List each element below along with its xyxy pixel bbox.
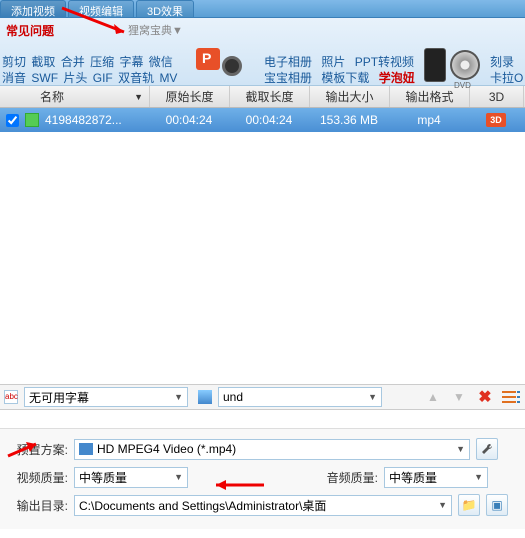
header-cut-length[interactable]: 截取长度	[230, 86, 310, 107]
subtitle-select[interactable]: 无可用字幕▼	[24, 387, 188, 407]
li-bao-dropdown[interactable]: 狸窝宝典▼	[128, 22, 183, 38]
cell-size: 153.36 MB	[309, 113, 389, 127]
list-options-button[interactable]	[501, 387, 521, 407]
subtitle-icon: abc	[4, 390, 18, 404]
tool-row-1: 剪切 截取 合并 压缩 字幕 微信	[2, 54, 179, 70]
link-hot[interactable]: 学泡妞	[379, 71, 415, 85]
tool-mv[interactable]: MV	[159, 71, 177, 85]
move-down-button[interactable]: ▼	[449, 387, 469, 407]
preset-label: 预置方案:	[8, 441, 68, 458]
tool-intro[interactable]: 片头	[63, 71, 87, 85]
header-3d[interactable]: 3D	[470, 86, 524, 107]
tool-wechat[interactable]: 微信	[149, 55, 173, 69]
move-up-button[interactable]: ▲	[423, 387, 443, 407]
table-row[interactable]: 4198482872... 00:04:24 00:04:24 153.36 M…	[0, 108, 525, 132]
tool-swf[interactable]: SWF	[31, 71, 58, 85]
tool-subtitle[interactable]: 字幕	[119, 55, 143, 69]
row-checkbox[interactable]	[6, 114, 19, 127]
audio-select[interactable]: und▼	[218, 387, 382, 407]
faq-link[interactable]: 常见问题	[6, 22, 54, 39]
tool-cut[interactable]: 剪切	[2, 55, 26, 69]
link-karaoke[interactable]: 卡拉O	[490, 70, 523, 86]
tool-compress[interactable]: 压缩	[90, 55, 114, 69]
cell-3d[interactable]: 3D	[469, 113, 523, 127]
link-ealbum[interactable]: 电子相册	[264, 55, 312, 69]
open-folder-button[interactable]: ▣	[486, 494, 508, 516]
video-quality-select[interactable]: 中等质量▼	[74, 467, 188, 488]
preset-settings-button[interactable]	[476, 438, 498, 460]
wrench-icon	[480, 442, 494, 456]
ppt-film-icon[interactable]	[196, 48, 248, 84]
tool-row-2: 消音 SWF 片头 GIF 双音轨 MV	[2, 70, 179, 86]
audio-quality-select[interactable]: 中等质量▼	[384, 467, 488, 488]
tool-gif[interactable]: GIF	[93, 71, 113, 85]
audio-quality-label: 音频质量:	[318, 469, 378, 486]
phone-disc-icon[interactable]	[424, 48, 480, 82]
header-original-length[interactable]: 原始长度	[150, 86, 230, 107]
preset-icon	[79, 443, 93, 455]
video-quality-label: 视频质量:	[8, 469, 68, 486]
header-output-size[interactable]: 输出大小	[310, 86, 390, 107]
tool-dualaudio[interactable]: 双音轨	[118, 71, 154, 85]
tab-video-edit[interactable]: 视频编辑	[68, 0, 134, 17]
delete-button[interactable]: ✖	[475, 387, 495, 407]
file-icon	[25, 113, 39, 127]
tab-add-video[interactable]: 添加视频	[0, 0, 66, 17]
cell-format: mp4	[389, 113, 469, 127]
header-name[interactable]: 名称▼	[0, 86, 150, 107]
folder-icon: 📁	[462, 498, 477, 512]
link-photo[interactable]: 照片	[321, 55, 345, 69]
link-burn[interactable]: 刻录	[490, 54, 523, 70]
preset-select[interactable]: HD MPEG4 Video (*.mp4)▼	[74, 439, 470, 460]
tab-3d-effect[interactable]: 3D效果	[136, 0, 194, 17]
open-folder-icon: ▣	[491, 498, 502, 512]
link-ppt2video[interactable]: PPT转视频	[355, 55, 414, 69]
browse-folder-button[interactable]: 📁	[458, 494, 480, 516]
link-template[interactable]: 模板下载	[321, 71, 369, 85]
tool-capture[interactable]: 截取	[31, 55, 55, 69]
tool-mute[interactable]: 消音	[2, 71, 26, 85]
cell-filename: 4198482872...	[45, 113, 149, 127]
column-headers: 名称▼ 原始长度 截取长度 输出大小 输出格式 3D	[0, 86, 525, 108]
audio-icon	[198, 390, 212, 404]
output-dir-select[interactable]: C:\Documents and Settings\Administrator\…	[74, 495, 452, 516]
file-list: 4198482872... 00:04:24 00:04:24 153.36 M…	[0, 108, 525, 384]
cell-cut-length: 00:04:24	[229, 113, 309, 127]
output-dir-label: 输出目录:	[8, 497, 68, 514]
tool-merge[interactable]: 合并	[61, 55, 85, 69]
link-babyalbum[interactable]: 宝宝相册	[264, 71, 312, 85]
cell-orig-length: 00:04:24	[149, 113, 229, 127]
